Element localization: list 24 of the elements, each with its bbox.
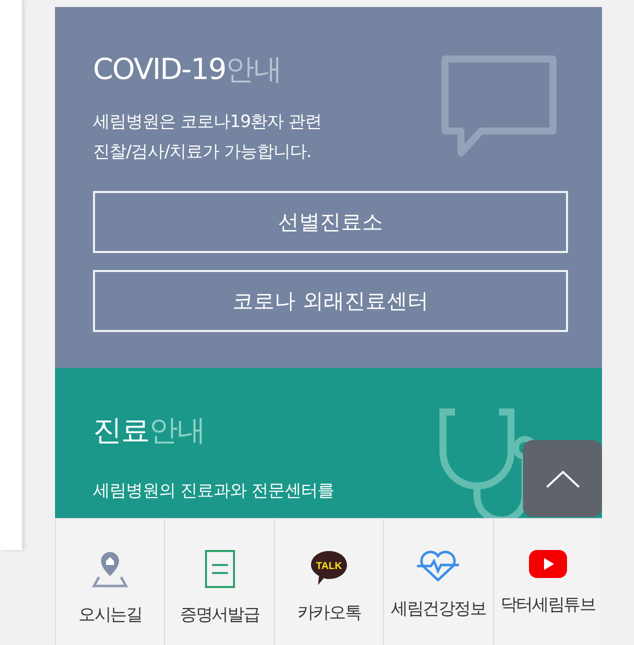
chevron-up-icon bbox=[546, 470, 580, 488]
nav-label: 세림건강정보 bbox=[391, 598, 486, 620]
play-icon bbox=[528, 549, 568, 579]
link-button[interactable]: 선별진료소 bbox=[93, 191, 568, 253]
nav-item[interactable]: 증명서발급 bbox=[164, 519, 274, 645]
nav-item[interactable]: 닥터세림튜브 bbox=[492, 519, 602, 645]
section-title: 진료안내 bbox=[93, 412, 206, 448]
heartbeat-icon bbox=[415, 549, 462, 583]
nav-label: 증명서발급 bbox=[180, 604, 260, 626]
nav-label: 닥터세림튜브 bbox=[500, 594, 596, 616]
description: 세림병원의 진료과와 전문센터를 bbox=[93, 480, 335, 503]
description: 세림병원은 코로나19환자 관련 진찰/검사/치료가 가능합니다. bbox=[93, 111, 322, 164]
nav-label: 카카오톡 bbox=[297, 602, 361, 624]
scroll-top-button[interactable] bbox=[523, 440, 602, 517]
link-button[interactable]: 코로나 외래진료센터 bbox=[93, 270, 568, 332]
nav-item[interactable]: TALK 카카오톡 bbox=[274, 519, 384, 645]
nav-item[interactable]: 오시는길 bbox=[55, 519, 164, 645]
document-icon bbox=[204, 549, 236, 589]
nav-item[interactable]: 세림건강정보 bbox=[383, 519, 493, 645]
speech-bubble-icon bbox=[441, 55, 557, 159]
nav-label: 오시는길 bbox=[78, 604, 142, 626]
chat-bubble-icon: TALK bbox=[309, 549, 350, 587]
map-pin-icon bbox=[90, 549, 130, 589]
section-title: COVID-19안내 bbox=[93, 51, 283, 87]
